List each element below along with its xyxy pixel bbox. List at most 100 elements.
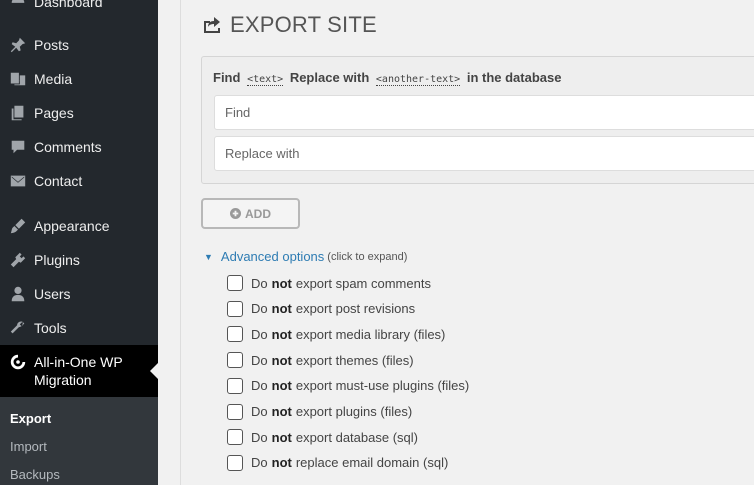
- sidebar-item-label: All-in-One WP Migration: [34, 353, 123, 389]
- sidebar-item-comments[interactable]: Comments: [0, 131, 158, 163]
- option-label: export themes (files): [295, 352, 414, 368]
- sidebar-item-pages[interactable]: Pages: [0, 97, 158, 129]
- page-header: EXPORT SITE: [202, 12, 377, 38]
- option-label: export database (sql): [295, 429, 418, 445]
- option-checkbox[interactable]: [227, 429, 243, 446]
- find-replace-panel: Find <text> Replace with <another-text> …: [201, 56, 754, 184]
- text-token: <text>: [247, 74, 284, 86]
- sidebar-item-label: Posts: [34, 37, 70, 53]
- option-row[interactable]: Do not export spam comments: [227, 275, 431, 291]
- option-row[interactable]: Do not export database (sql): [227, 429, 418, 446]
- option-label: export post revisions: [295, 301, 416, 317]
- option-checkbox[interactable]: [227, 403, 243, 420]
- comment-icon: [0, 138, 34, 156]
- advanced-options-link[interactable]: Advanced options: [221, 249, 324, 264]
- option-row[interactable]: Do not export plugins (files): [227, 403, 413, 420]
- option-emphasis: not: [271, 352, 292, 368]
- option-checkbox[interactable]: [227, 300, 243, 317]
- main-content: EXPORT SITE Find <text> Replace with <an…: [158, 0, 754, 485]
- add-button[interactable]: ADD: [201, 198, 300, 229]
- option-prefix: Do: [251, 429, 268, 445]
- option-row[interactable]: Do not export themes (files): [227, 352, 414, 369]
- option-prefix: Do: [251, 352, 268, 368]
- option-emphasis: not: [271, 326, 292, 342]
- advanced-options-toggle[interactable]: ▼ Advanced options (click to expand): [204, 249, 407, 264]
- option-label: export spam comments: [295, 275, 431, 291]
- option-emphasis: not: [271, 455, 292, 471]
- sidebar-item-label: Plugins: [34, 252, 80, 268]
- sidebar-item-media[interactable]: Media: [0, 63, 158, 95]
- triangle-down-icon: ▼: [204, 251, 213, 262]
- sidebar-item-label: Contact: [34, 173, 83, 189]
- option-emphasis: not: [271, 404, 292, 419]
- page-title: EXPORT SITE: [230, 12, 377, 37]
- sidebar-item-label: Media: [34, 71, 73, 87]
- sidebar-item-posts[interactable]: Posts: [0, 29, 158, 61]
- option-prefix: Do: [251, 275, 268, 291]
- sidebar-item-label: Tools: [34, 320, 67, 336]
- plugin-icon: [0, 251, 34, 269]
- find-input[interactable]: [214, 95, 754, 130]
- sidebar-item-contact[interactable]: Contact: [0, 165, 158, 197]
- option-prefix: Do: [251, 455, 268, 471]
- option-row[interactable]: Do not export media library (files): [227, 326, 445, 343]
- option-checkbox[interactable]: [227, 275, 243, 291]
- sidebar-item-label: Dashboard: [34, 0, 103, 10]
- option-label: export must-use plugins (files): [295, 378, 470, 394]
- export-icon: [204, 17, 220, 33]
- sidebar-item-label: Appearance: [34, 218, 110, 234]
- option-emphasis: not: [271, 378, 292, 394]
- sidebar-item-label: Users: [34, 286, 71, 302]
- option-prefix: Do: [251, 301, 268, 317]
- option-label: replace email domain (sql): [295, 455, 449, 471]
- submenu-item-import[interactable]: Import: [10, 439, 47, 454]
- replace-input[interactable]: [214, 136, 754, 171]
- advanced-options-hint: (click to expand): [327, 250, 408, 263]
- plus-circle-icon: [230, 208, 241, 219]
- label-suffix: in the database: [466, 70, 562, 85]
- sidebar-item-label-line2: Migration: [34, 372, 92, 388]
- sidebar-item-all-in-one-wp-migration[interactable]: All-in-One WP Migration: [0, 345, 158, 397]
- option-checkbox[interactable]: [227, 454, 243, 471]
- option-emphasis: not: [271, 429, 292, 445]
- submenu-item-backups[interactable]: Backups: [10, 467, 60, 482]
- option-row[interactable]: Do not export must-use plugins (files): [227, 377, 470, 394]
- another-text-token: <another-text>: [375, 74, 461, 86]
- find-word: Find: [213, 70, 241, 85]
- option-checkbox[interactable]: [227, 326, 243, 343]
- media-icon: [0, 70, 34, 88]
- option-checkbox[interactable]: [227, 377, 243, 394]
- option-prefix: Do: [251, 404, 268, 419]
- add-button-label: ADD: [245, 206, 271, 221]
- option-emphasis: not: [271, 301, 292, 317]
- option-emphasis: not: [271, 275, 292, 291]
- option-row[interactable]: Do not replace email domain (sql): [227, 454, 449, 471]
- content-divider: [180, 0, 181, 485]
- active-indicator: [150, 363, 158, 379]
- sidebar-item-label: Comments: [34, 139, 102, 155]
- sidebar-item-plugins[interactable]: Plugins: [0, 244, 158, 276]
- pages-icon: [0, 104, 34, 122]
- admin-sidebar: Dashboard Posts Media Pages Comments Con…: [0, 0, 158, 485]
- wrench-icon: [0, 319, 34, 337]
- option-prefix: Do: [251, 326, 268, 342]
- dashboard-icon: [0, 0, 34, 11]
- sidebar-item-appearance[interactable]: Appearance: [0, 210, 158, 242]
- brush-icon: [0, 217, 34, 235]
- sidebar-item-label: Pages: [34, 105, 74, 121]
- submenu-item-export[interactable]: Export: [10, 411, 51, 426]
- sidebar-item-dashboard[interactable]: Dashboard: [0, 0, 158, 18]
- option-checkbox[interactable]: [227, 352, 243, 369]
- sidebar-item-tools[interactable]: Tools: [0, 312, 158, 344]
- sidebar-submenu: Export Import Backups: [0, 397, 158, 485]
- option-label: export plugins (files): [295, 404, 413, 419]
- pin-icon: [0, 36, 34, 54]
- sidebar-item-users[interactable]: Users: [0, 278, 158, 310]
- replace-word: Replace with: [289, 70, 370, 85]
- migration-icon: [0, 353, 34, 371]
- option-prefix: Do: [251, 378, 268, 394]
- sidebar-item-label-line1: All-in-One WP: [34, 354, 123, 370]
- user-icon: [0, 285, 34, 303]
- find-replace-label: Find <text> Replace with <another-text> …: [213, 70, 562, 86]
- option-row[interactable]: Do not export post revisions: [227, 300, 416, 317]
